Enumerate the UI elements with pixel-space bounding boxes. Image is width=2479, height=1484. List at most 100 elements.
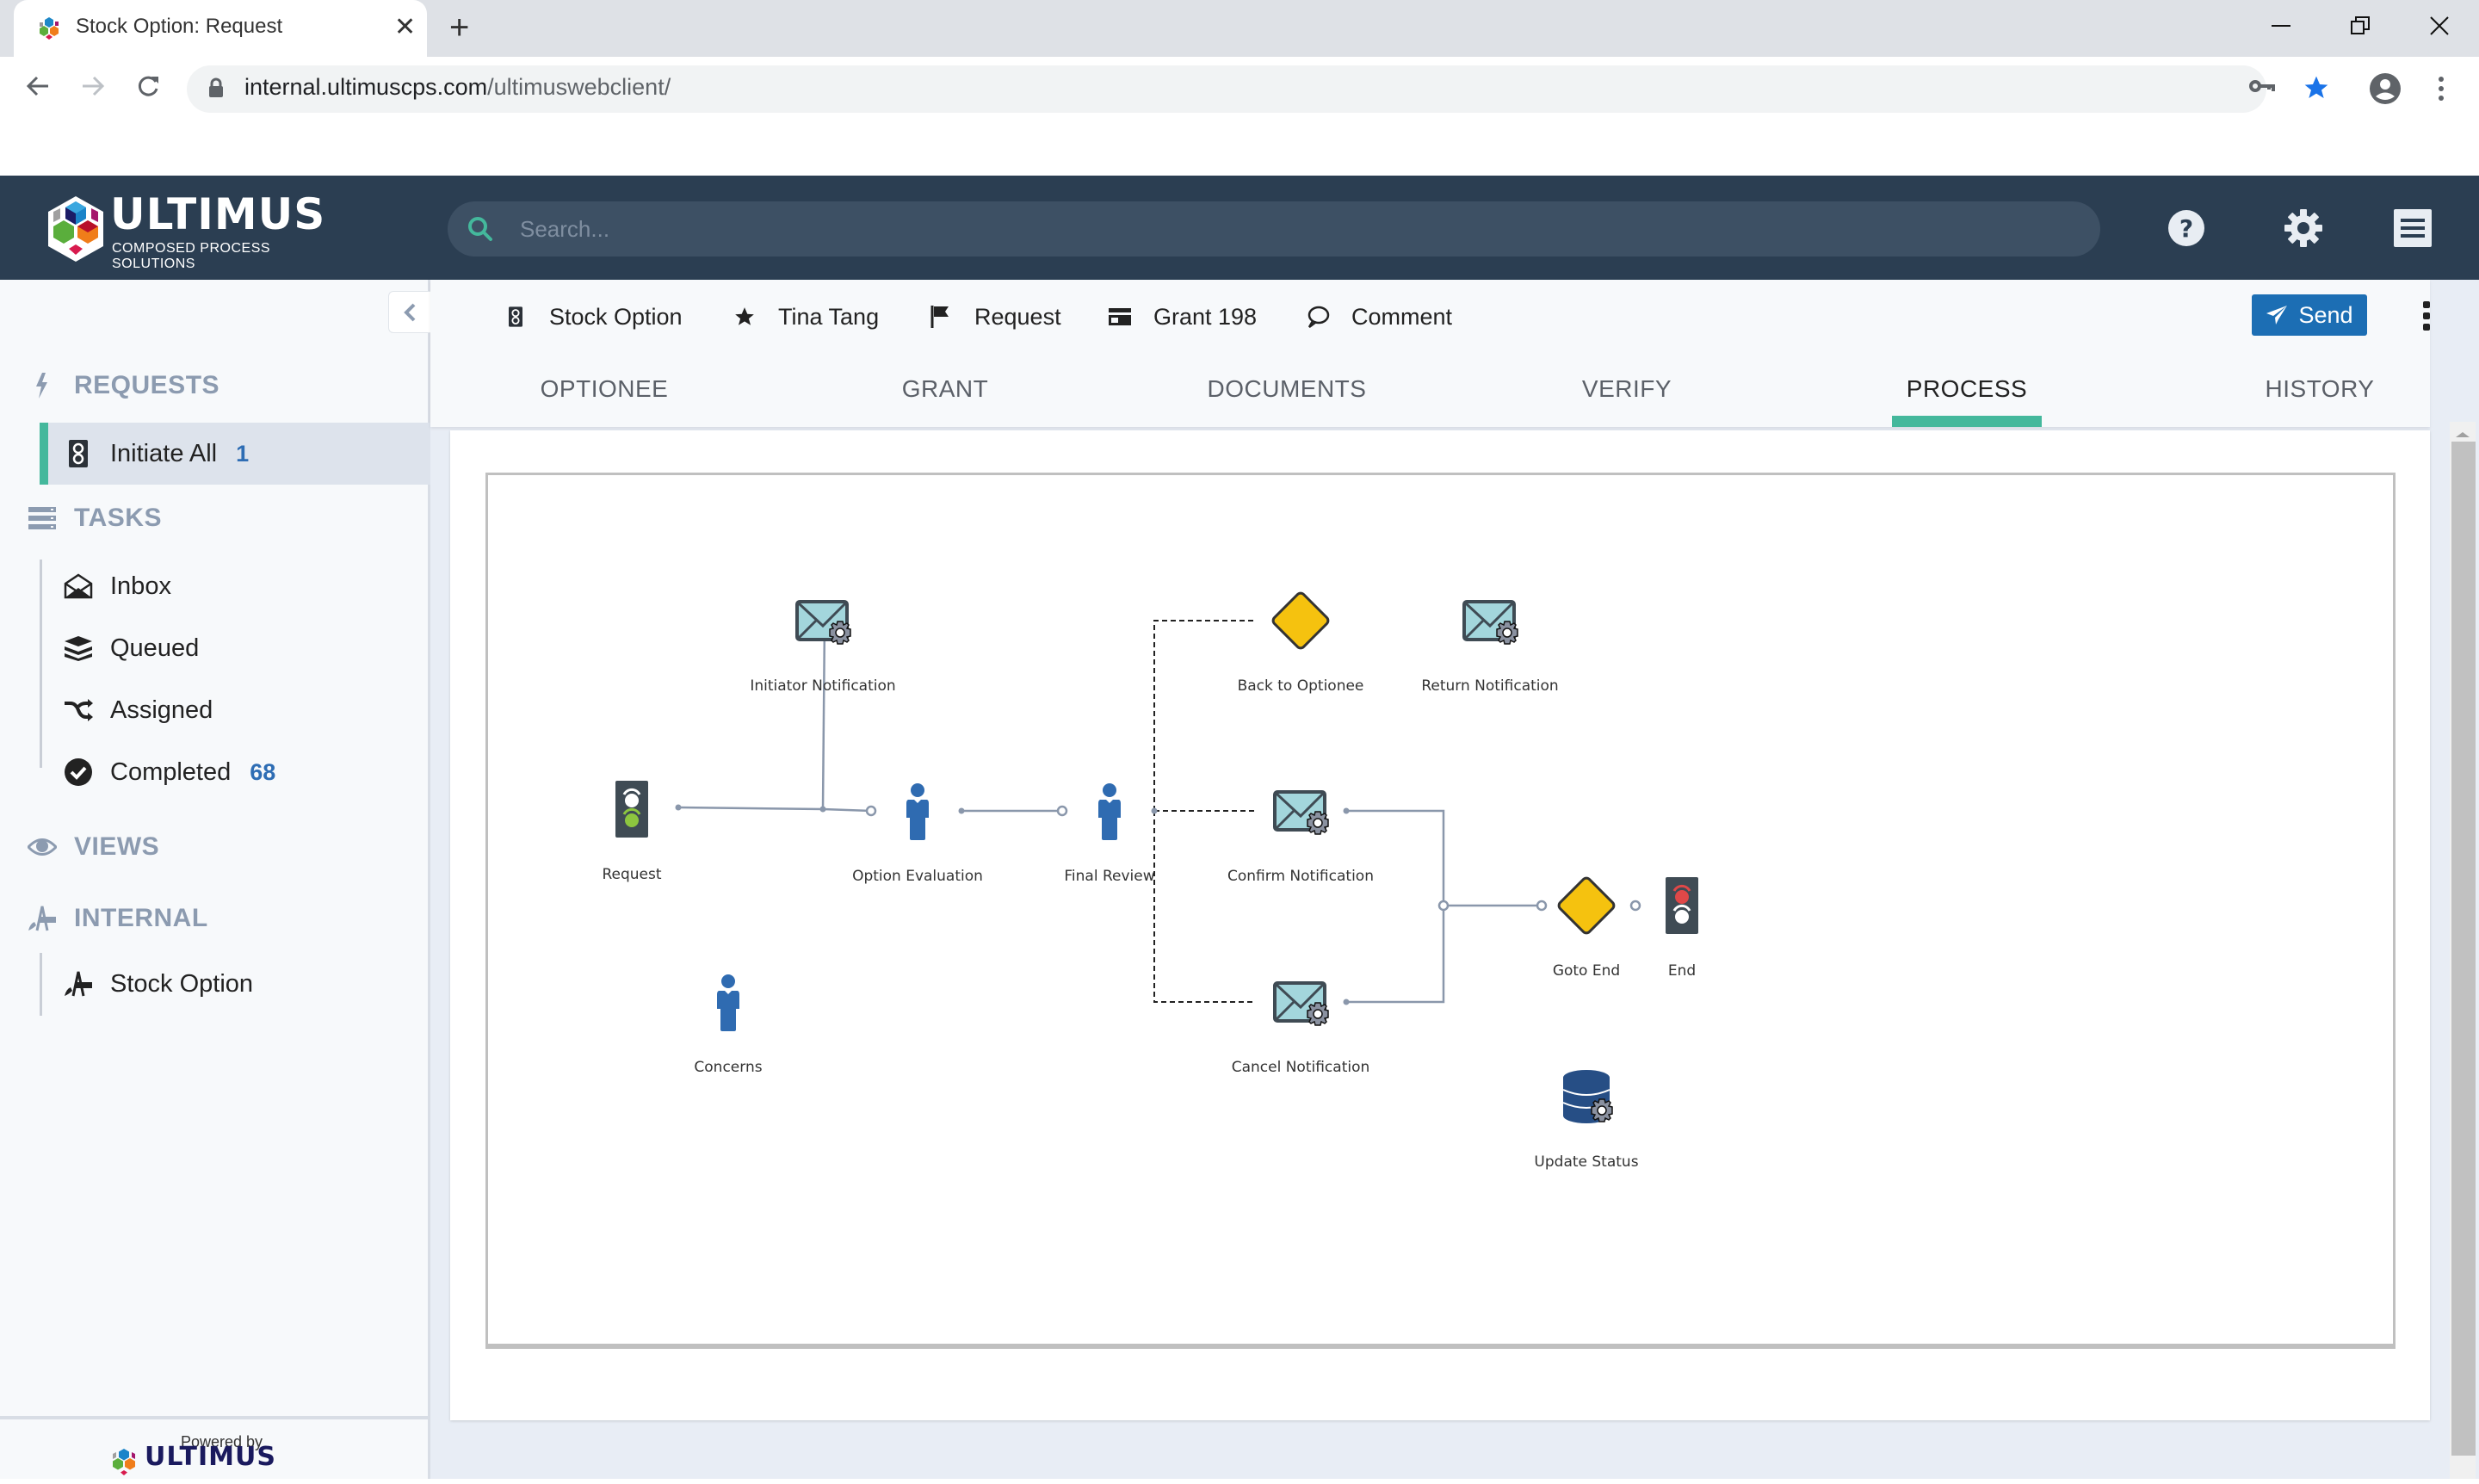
search-input[interactable] [520, 201, 2069, 257]
chevron-left-icon [404, 303, 416, 321]
crumb-label: Stock Option [549, 303, 683, 330]
sidebar-item-completed[interactable]: Completed 68 [40, 741, 430, 803]
check-circle-icon [64, 757, 93, 787]
sidebar-item-label: Completed 68 [110, 758, 275, 787]
scroll-up-arrow-icon[interactable] [2456, 432, 2470, 437]
ultimus-logo[interactable]: ULTIMUS COMPOSED PROCESS SOLUTIONS [45, 189, 355, 271]
link-final_review-to-back_optionee[interactable] [1153, 620, 1254, 811]
sidebar-item-stock-option[interactable]: Stock Option [40, 953, 430, 1015]
crumb-user[interactable]: Tina Tang [732, 302, 879, 331]
vertical-scrollbar[interactable] [2450, 422, 2476, 1479]
url-text[interactable]: internal.ultimuscps.com/ultimuswebclient… [244, 74, 671, 101]
collapse-sidebar-button[interactable] [388, 291, 430, 333]
node-label: End [1668, 962, 1696, 980]
section-requests[interactable]: REQUESTS [28, 371, 219, 400]
reload-icon[interactable] [131, 69, 165, 103]
restore-icon[interactable] [2334, 9, 2386, 43]
crumb-process[interactable]: Stock Option [503, 302, 683, 331]
section-label: TASKS [74, 504, 162, 532]
sidebar-item-assigned[interactable]: Assigned [40, 679, 430, 741]
node-label: Concerns [694, 1059, 762, 1076]
tab-optionee[interactable]: OPTIONEE [516, 351, 692, 427]
help-icon[interactable]: ? [2165, 207, 2208, 250]
section-views[interactable]: VIEWS [28, 832, 159, 862]
browser-menu-icon[interactable] [2437, 76, 2445, 102]
sidebar-item-label: Inbox [110, 572, 171, 600]
link-end-arrow [1536, 900, 1548, 912]
ultimus-logo-icon [113, 1449, 135, 1475]
node-final-review[interactable]: Final Review [1064, 783, 1155, 885]
tab-documents[interactable]: DOCUMENTS [1188, 351, 1386, 427]
sidebar-item-queued[interactable]: Queued [40, 617, 430, 679]
bookmark-star-icon[interactable] [2303, 74, 2330, 102]
section-label: INTERNAL [74, 904, 208, 932]
link-request-to-option_eval[interactable] [677, 806, 872, 813]
minimize-icon[interactable] [2255, 9, 2307, 43]
link-final_review-to-cancel_notif[interactable] [1153, 811, 1254, 1003]
more-options-icon[interactable] [2418, 299, 2435, 333]
sidebar-item-initiate-all[interactable]: Initiate All 1 [40, 423, 430, 485]
node-initiator[interactable]: Initiator Notification [750, 602, 896, 695]
link-start-dot [819, 806, 826, 813]
browser-tab[interactable]: Stock Option: Request ✕ [14, 0, 427, 57]
send-button[interactable]: Send [2252, 294, 2367, 336]
node-return-notif[interactable]: Return Notification [1421, 602, 1559, 695]
node-confirm-notif[interactable]: Confirm Notification [1227, 792, 1374, 885]
node-option-eval[interactable]: Option Evaluation [852, 783, 983, 885]
item-text: Completed [110, 757, 232, 786]
profile-avatar-icon[interactable] [2369, 72, 2402, 105]
node-concerns[interactable]: Concerns [694, 974, 763, 1076]
node-label: Cancel Notification [1232, 1059, 1370, 1076]
link-end-arrow [1056, 805, 1068, 817]
tab-grant[interactable]: GRANT [869, 351, 1021, 427]
nodes-layer: Request Initiator Notification Option Eval… [602, 590, 1700, 1171]
node-back-optionee[interactable]: Back to Optionee [1238, 590, 1364, 695]
link-cancel_notif-to-goto_end[interactable] [1346, 906, 1445, 1004]
search-bar[interactable] [448, 201, 2100, 257]
tab-title: Stock Option: Request [76, 15, 283, 38]
close-tab-icon[interactable]: ✕ [394, 10, 416, 45]
email-node-icon [797, 602, 850, 644]
back-icon[interactable] [21, 69, 55, 103]
crumb-label: Tina Tang [778, 303, 880, 330]
node-goto-end[interactable]: Goto End [1553, 875, 1620, 980]
tab-process[interactable]: PROCESS [1892, 351, 2042, 427]
sidebar-item-inbox[interactable]: Inbox [40, 555, 430, 617]
link-request-to-initiator[interactable] [821, 620, 826, 810]
process-panel: Request Initiator Notification Option Eval… [450, 430, 2430, 1420]
crumb-grant[interactable]: Grant 198 [1107, 302, 1257, 331]
key-icon[interactable] [2249, 79, 2275, 95]
node-label: Final Review [1064, 868, 1154, 885]
link-start-dot [1343, 999, 1350, 1005]
tab-history[interactable]: HISTORY [2221, 351, 2419, 427]
node-end[interactable]: End [1664, 875, 1700, 980]
section-label: VIEWS [74, 832, 160, 861]
email-node-icon [1464, 602, 1518, 644]
send-label: Send [2298, 301, 2353, 328]
url-path: /ultimuswebclient/ [487, 74, 671, 100]
link-end-arrow [865, 805, 877, 817]
section-internal[interactable]: INTERNAL [28, 904, 208, 933]
star-icon [732, 304, 757, 330]
settings-gear-icon[interactable] [2282, 207, 2325, 250]
ultimus-favicon-icon [40, 17, 59, 40]
powered-by-logo: ULTIMUS [108, 1442, 275, 1484]
node-update-status[interactable]: Update Status [1534, 1070, 1639, 1171]
url-host: internal.ultimuscps.com [244, 74, 488, 100]
forward-icon[interactable] [76, 69, 110, 103]
process-diagram: Request Initiator Notification Option Eval… [485, 473, 2396, 1349]
crumb-comment[interactable]: Comment [1305, 302, 1452, 331]
node-cancel-notif[interactable]: Cancel Notification [1232, 983, 1370, 1076]
link-confirm_notif-to-goto_end[interactable] [1346, 809, 1542, 907]
section-tasks[interactable]: TASKS [28, 504, 162, 533]
crumb-step[interactable]: Request [928, 302, 1061, 331]
tab-verify[interactable]: VERIFY [1532, 351, 1722, 427]
search-icon [468, 217, 492, 241]
app-header: ULTIMUS COMPOSED PROCESS SOLUTIONS ? [0, 176, 2479, 280]
new-tab-icon[interactable]: + [449, 9, 469, 46]
database-node-icon [1563, 1070, 1612, 1123]
hamburger-menu-icon[interactable] [2391, 207, 2434, 250]
window-close-icon[interactable] [2414, 9, 2465, 43]
node-request[interactable]: Request [602, 779, 662, 883]
scrollbar-thumb[interactable] [2451, 442, 2476, 1456]
